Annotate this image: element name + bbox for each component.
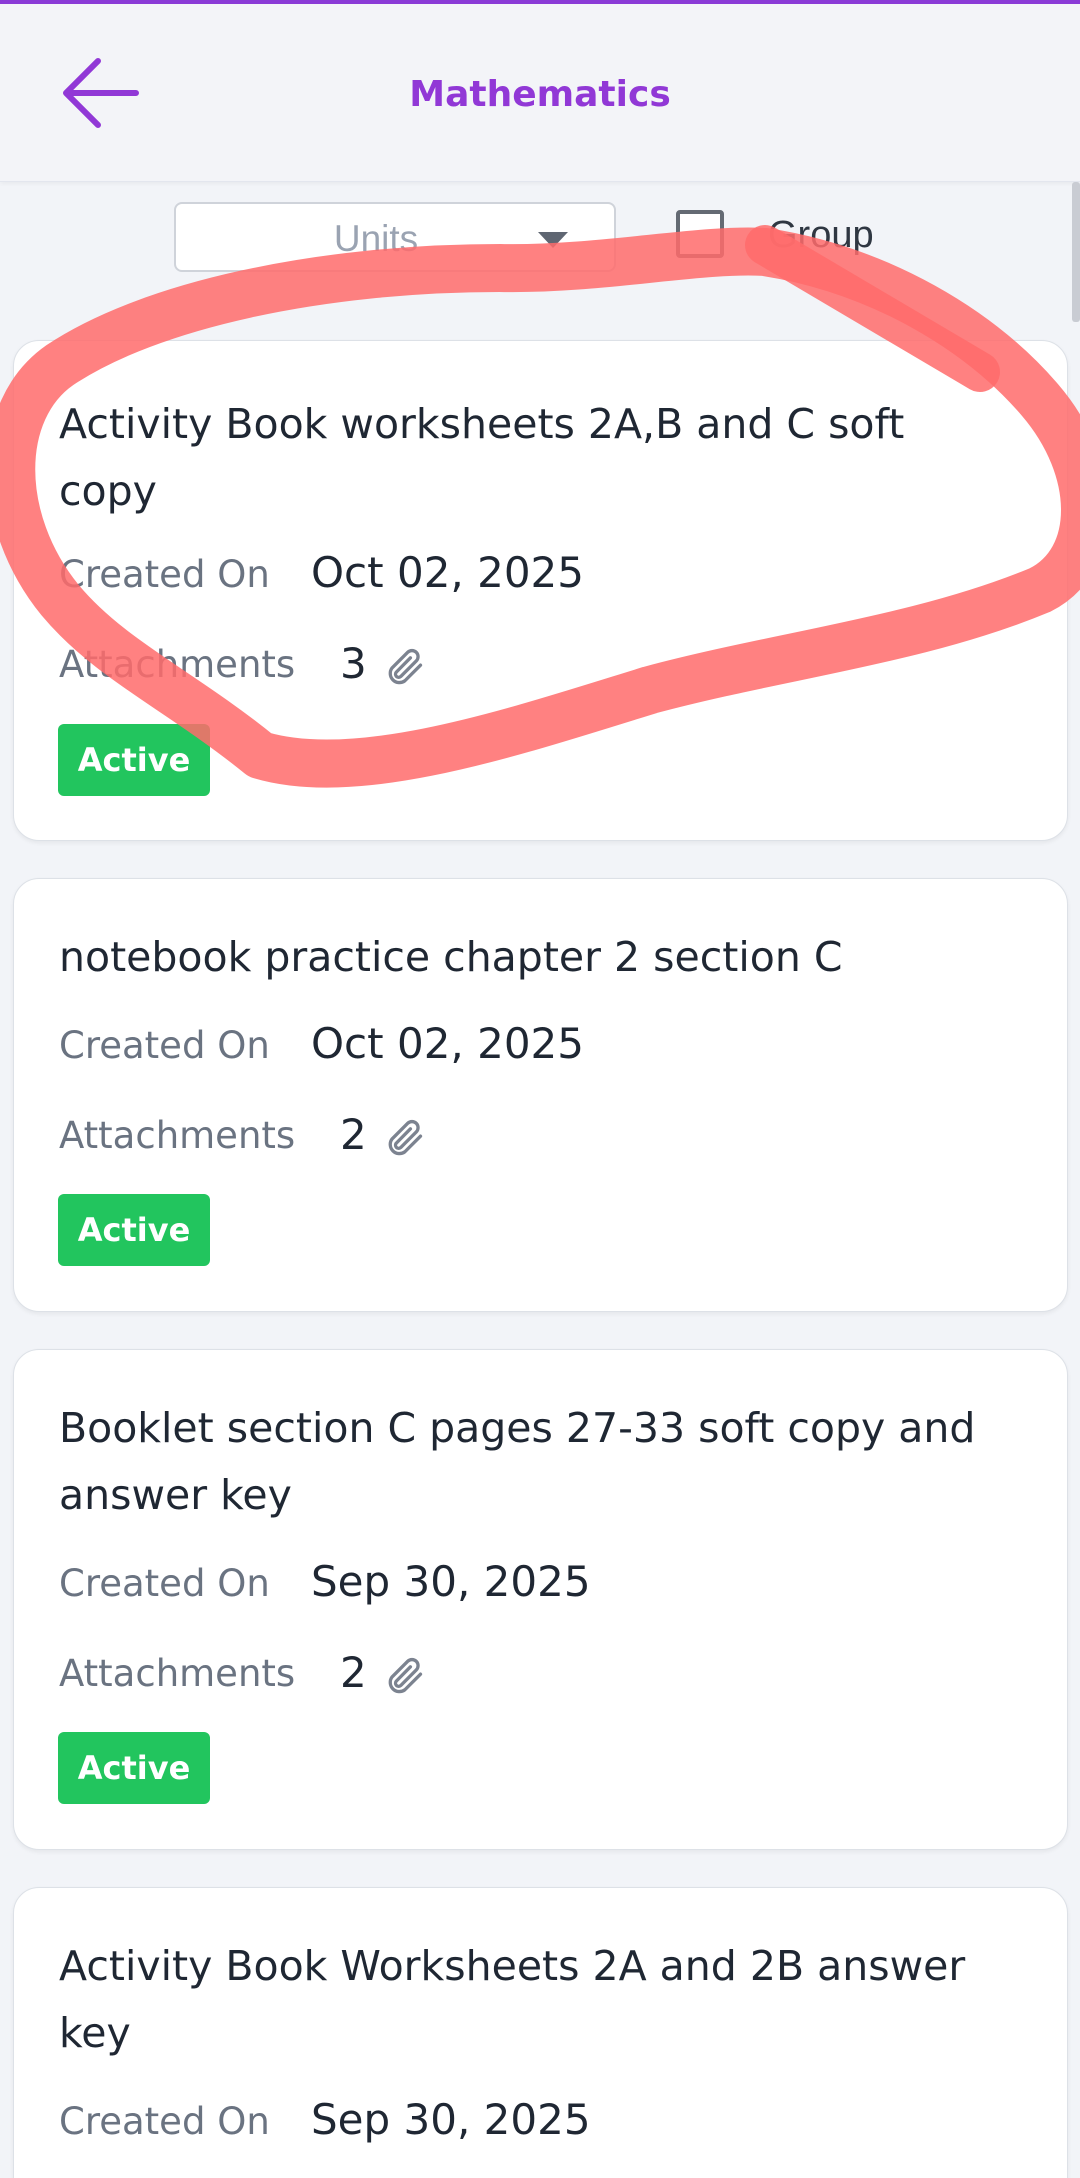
assignment-title: Activity Book Worksheets 2A and 2B answe… [59,1942,966,2057]
created-on-date: Oct 02, 2025 [311,548,584,597]
assignments-screen: Mathematics Units Group Activity Book wo… [0,0,1080,2178]
group-checkbox[interactable] [676,210,724,258]
status-badge: Active [58,724,210,796]
assignment-title: notebook practice chapter 2 section C [59,933,843,981]
created-on-date: Sep 30, 2025 [311,2095,591,2144]
created-on-date: Sep 30, 2025 [311,1557,591,1606]
caret-down-icon [538,232,568,248]
created-on-date: Oct 02, 2025 [311,1019,584,1068]
attachments-label: Attachments [59,1652,296,1695]
paperclip-icon[interactable] [382,645,426,689]
app-header: Mathematics [0,4,1080,182]
assignment-title: Booklet section C pages 27-33 soft copy … [59,1404,976,1519]
assignment-card[interactable]: Activity Book Worksheets 2A and 2B answe… [13,1887,1068,2178]
attachments-count: 2 [340,1648,367,1697]
status-badge: Active [58,1732,210,1804]
attachments-label: Attachments [59,1114,296,1157]
status-badge: Active [58,1194,210,1266]
created-on-label: Created On [59,1024,270,1067]
group-label[interactable]: Group [768,214,874,257]
units-placeholder: Units [333,218,419,259]
assignment-card[interactable]: notebook practice chapter 2 section C Cr… [13,878,1068,1312]
assignment-card[interactable]: Booklet section C pages 27-33 soft copy … [13,1349,1068,1850]
paperclip-icon[interactable] [382,1654,426,1698]
created-on-label: Created On [59,553,270,596]
paperclip-icon[interactable] [382,1116,426,1160]
page-title: Mathematics [409,74,671,115]
assignment-title: Activity Book worksheets 2A,B and C soft… [59,400,905,515]
attachments-count: 2 [340,1110,367,1159]
units-dropdown[interactable]: Units [174,202,616,272]
created-on-label: Created On [59,2100,270,2143]
filter-bar: Units Group [0,198,1080,278]
created-on-label: Created On [59,1562,270,1605]
assignment-card[interactable]: Activity Book worksheets 2A,B and C soft… [13,340,1068,841]
attachments-label: Attachments [59,643,296,686]
attachments-count: 3 [340,639,367,688]
